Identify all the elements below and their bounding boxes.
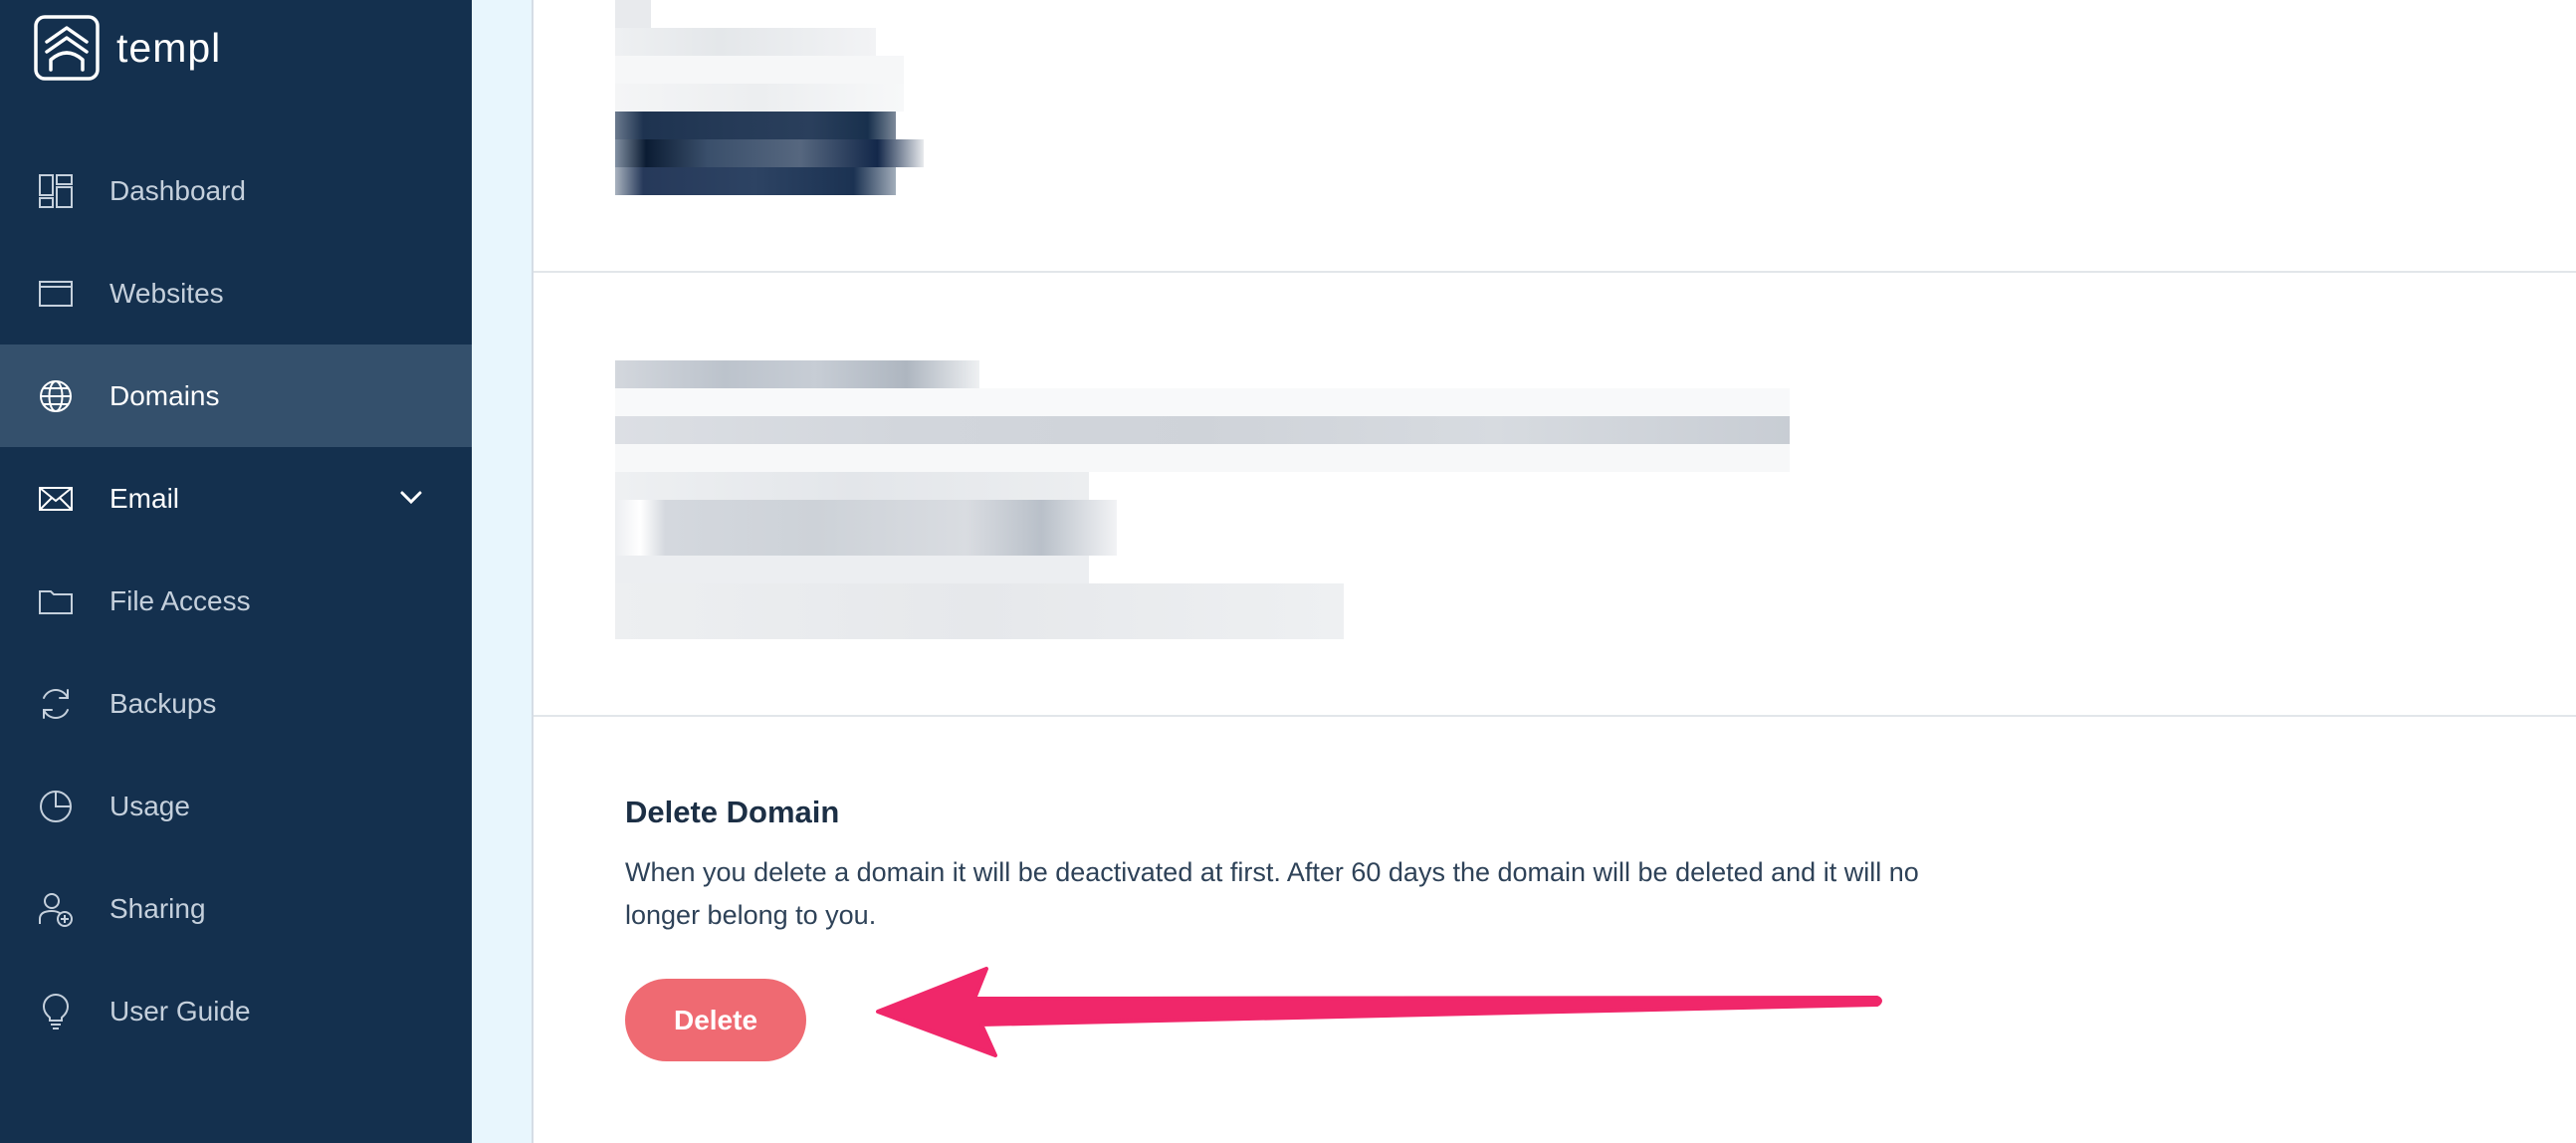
refresh-icon [38, 686, 74, 722]
sidebar-item-label: Usage [109, 790, 190, 821]
pie-chart-icon [38, 789, 74, 824]
lightbulb-icon [38, 993, 74, 1029]
sidebar-item-email[interactable]: Email [0, 447, 472, 550]
sidebar-item-websites[interactable]: Websites [0, 242, 472, 344]
delete-domain-description: When you delete a domain it will be deac… [625, 857, 1919, 930]
sidebar-item-dashboard[interactable]: Dashboard [0, 139, 472, 242]
section-divider [534, 271, 2576, 273]
delete-domain-title: Delete Domain [625, 795, 840, 829]
dashboard-icon [38, 173, 74, 209]
sidebar: templ Dashboard Websites Domains Email F… [0, 0, 472, 1143]
main-content: Delete Domain When you delete a domain i… [534, 0, 2576, 1143]
sidebar-item-label: User Guide [109, 995, 251, 1027]
sidebar-item-label: Backups [109, 687, 217, 719]
sidebar-item-label: Email [109, 482, 180, 514]
app-name: templ [116, 24, 222, 71]
sidebar-item-label: Domains [109, 379, 220, 411]
sidebar-nav: Dashboard Websites Domains Email File Ac… [0, 139, 472, 1062]
sidebar-item-file-access[interactable]: File Access [0, 550, 472, 652]
delete-domain-button[interactable]: Delete [625, 979, 806, 1061]
sidebar-item-label: Websites [109, 277, 224, 309]
logo[interactable]: templ [33, 14, 221, 82]
secondary-panel-edge [472, 0, 534, 1143]
envelope-icon [38, 481, 74, 517]
sidebar-item-label: Sharing [109, 892, 206, 924]
sidebar-item-sharing[interactable]: Sharing [0, 857, 472, 960]
sidebar-item-backups[interactable]: Backups [0, 652, 472, 755]
chevron-down-icon[interactable] [398, 485, 424, 511]
folder-icon [38, 583, 74, 619]
sidebar-item-label: Dashboard [109, 174, 246, 206]
sidebar-item-usage[interactable]: Usage [0, 755, 472, 857]
browser-window-icon [38, 276, 74, 312]
globe-icon [38, 378, 74, 414]
sidebar-item-user-guide[interactable]: User Guide [0, 960, 472, 1062]
sidebar-item-domains[interactable]: Domains [0, 344, 472, 447]
annotation-arrow-icon [876, 967, 1882, 1057]
templ-logo-icon [34, 15, 100, 81]
section-divider [534, 715, 2576, 717]
user-add-icon [38, 891, 74, 927]
sidebar-item-label: File Access [109, 584, 251, 616]
